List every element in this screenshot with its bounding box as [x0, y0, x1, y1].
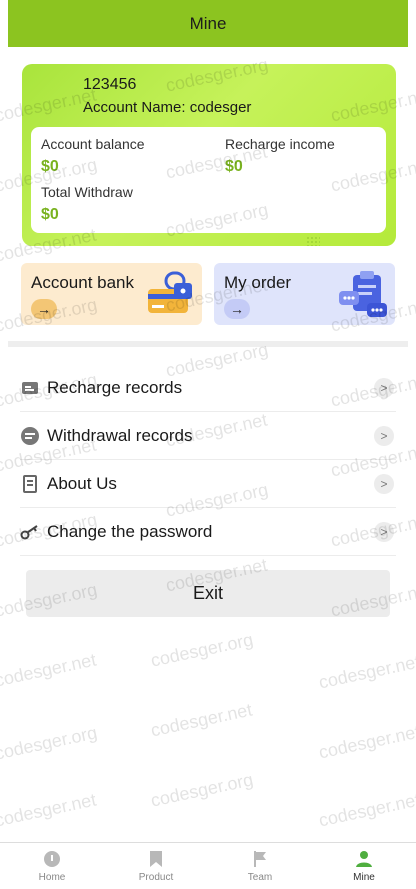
exit-button[interactable]: Exit: [26, 570, 390, 617]
menu-item-label: About Us: [47, 473, 117, 493]
menu-item-label: Change the password: [47, 521, 213, 541]
bookmark-icon: [150, 850, 162, 867]
chevron-right-icon: >: [374, 521, 394, 542]
account-name: Account Name: codesger: [83, 99, 252, 116]
watermark: codesger.net: [148, 699, 254, 741]
watermark: codesger.net: [316, 789, 416, 831]
menu-item-label: Withdrawal records: [47, 425, 193, 445]
watermark: codesger.org: [148, 629, 255, 671]
tab-product[interactable]: Product: [104, 843, 208, 889]
bottom-tab-bar: Home Product Team Mine: [0, 842, 416, 889]
tab-label: Team: [247, 871, 273, 883]
chevron-right-icon: >: [374, 377, 394, 398]
withdraw-icon: [20, 426, 40, 446]
total-withdraw-label: Total Withdraw: [41, 184, 133, 200]
chevron-right-icon: >: [374, 425, 394, 446]
tab-team[interactable]: Team: [208, 843, 312, 889]
arrow-right-icon: →: [224, 299, 250, 319]
home-icon: [44, 850, 60, 867]
watermark: codesger.net: [316, 651, 416, 693]
section-divider: [8, 341, 408, 347]
clipboard-chat-icon: [339, 271, 387, 317]
balance-panel: Account balance $0 Recharge income $0 To…: [31, 127, 386, 233]
menu-item-label: Recharge records: [47, 377, 183, 397]
receipt-icon: [20, 378, 40, 398]
menu-item-about-us[interactable]: About Us >: [20, 460, 396, 508]
watermark: codesger.net: [0, 789, 98, 831]
settings-menu: Recharge records > Withdrawal records > …: [20, 364, 396, 556]
account-balance-value: $0: [41, 158, 59, 175]
total-withdraw-stat: Total Withdraw $0: [41, 184, 133, 224]
my-order-label: My order: [224, 273, 292, 292]
menu-item-withdrawal-records[interactable]: Withdrawal records >: [20, 412, 396, 460]
bank-card-lock-icon: [148, 271, 192, 313]
tab-mine[interactable]: Mine: [312, 843, 416, 889]
tab-label: Product: [138, 871, 174, 883]
person-icon: [356, 850, 372, 867]
page-header: Mine: [8, 0, 408, 47]
total-withdraw-value: $0: [41, 206, 59, 223]
key-icon: [20, 522, 40, 542]
user-id: 123456: [83, 76, 137, 93]
watermark: codesger.net: [316, 721, 416, 763]
arrow-right-icon: →: [31, 299, 57, 319]
account-balance-label: Account balance: [41, 136, 145, 152]
account-bank-label: Account bank: [31, 273, 135, 292]
recharge-income-value: $0: [225, 158, 243, 175]
tab-label: Home: [38, 871, 66, 883]
watermark: codesger.org: [0, 722, 99, 764]
account-balance-stat: Account balance $0: [41, 136, 145, 176]
menu-item-recharge-records[interactable]: Recharge records >: [20, 364, 396, 412]
watermark: codesger.net: [0, 649, 98, 691]
decorative-dots: [306, 236, 320, 246]
document-icon: [20, 474, 40, 494]
profile-card: 123456 Account Name: codesger Account ba…: [22, 64, 396, 246]
flag-icon: [254, 850, 266, 867]
recharge-income-label: Recharge income: [225, 136, 335, 152]
watermark: codesger.org: [148, 769, 255, 811]
my-order-tile[interactable]: My order →: [214, 263, 395, 325]
tab-home[interactable]: Home: [0, 843, 104, 889]
recharge-income-stat: Recharge income $0: [225, 136, 335, 176]
page-title: Mine: [189, 13, 227, 33]
account-bank-tile[interactable]: Account bank →: [21, 263, 202, 325]
chevron-right-icon: >: [374, 473, 394, 494]
tab-label: Mine: [353, 871, 375, 883]
menu-item-change-password[interactable]: Change the password >: [20, 508, 396, 556]
